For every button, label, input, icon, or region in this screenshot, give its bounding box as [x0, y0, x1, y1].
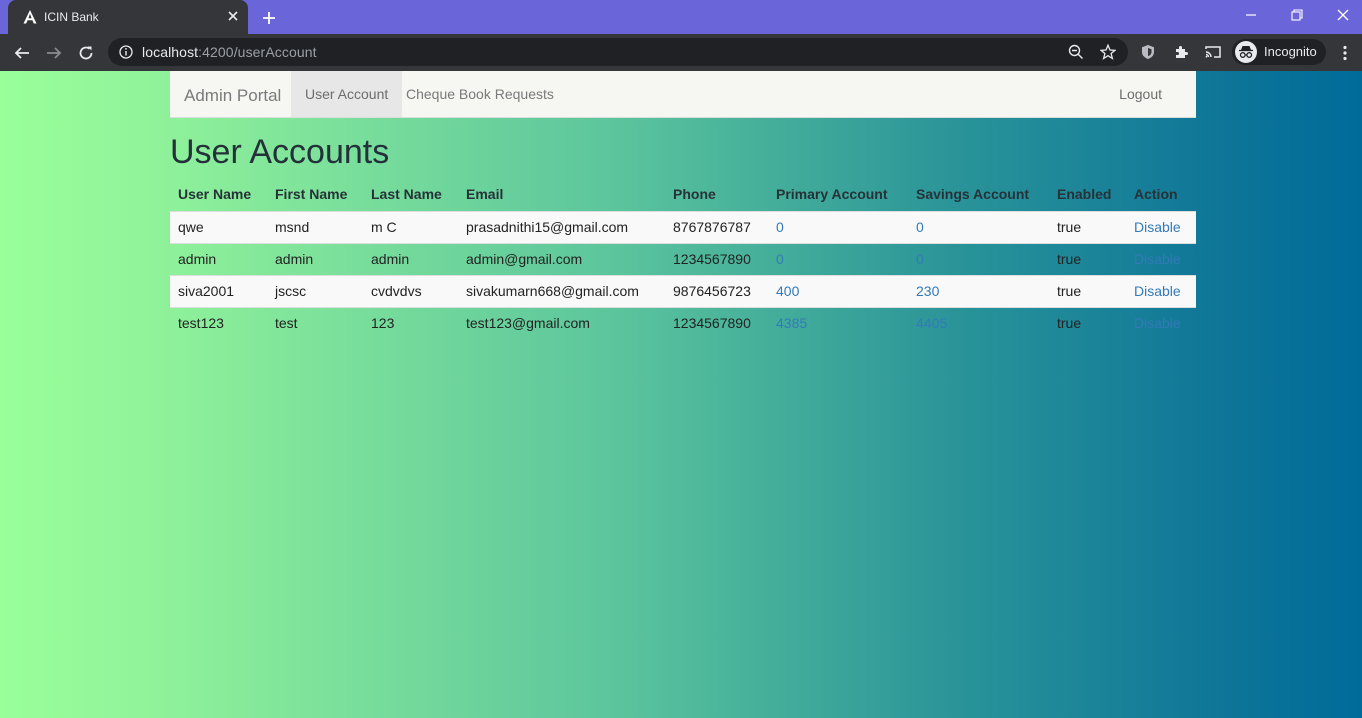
savings-account-link[interactable]: 230: [916, 283, 939, 299]
cell-savings-account: 0: [908, 242, 1049, 275]
cell-action: Disable: [1126, 274, 1196, 307]
table-row: admin admin admin admin@gmail.com 123456…: [170, 242, 1196, 275]
cell-phone: 9876456723: [665, 274, 768, 307]
cell-primary-account: 0: [768, 210, 908, 243]
browser-tab[interactable]: ICIN Bank: [8, 0, 248, 34]
savings-account-link[interactable]: 4405: [916, 315, 947, 331]
cell-last-name: admin: [363, 242, 458, 275]
cell-username: test123: [170, 306, 267, 339]
disable-link[interactable]: Disable: [1134, 219, 1181, 235]
cell-phone: 1234567890: [665, 242, 768, 275]
table-header-row: User Name First Name Last Name Email Pho…: [170, 178, 1196, 211]
cell-action: Disable: [1126, 210, 1196, 243]
bookmark-star-icon[interactable]: [1099, 43, 1117, 60]
navbar-brand[interactable]: Admin Portal: [184, 86, 281, 106]
url-path: :4200/userAccount: [198, 44, 317, 60]
cell-email: prasadnithi15@gmail.com: [458, 210, 665, 243]
savings-account-link[interactable]: 0: [916, 219, 924, 235]
address-bar[interactable]: localhost:4200/userAccount: [108, 38, 1128, 66]
cell-email: test123@gmail.com: [458, 306, 665, 339]
new-tab-icon[interactable]: [258, 7, 280, 29]
cell-email: sivakumarn668@gmail.com: [458, 274, 665, 307]
nav-cheque-book-requests[interactable]: Cheque Book Requests: [392, 71, 568, 117]
minimize-icon[interactable]: [1238, 4, 1264, 26]
table-row: test123 test 123 test123@gmail.com 12345…: [170, 306, 1196, 339]
column-header-email: Email: [466, 186, 504, 203]
cell-primary-account: 400: [768, 274, 908, 307]
cell-username: siva2001: [170, 274, 267, 307]
cell-action: Disable: [1126, 242, 1196, 275]
primary-account-link[interactable]: 4385: [776, 315, 807, 331]
column-header-first-name: First Name: [275, 186, 348, 203]
page-title: User Accounts: [170, 133, 390, 171]
cell-action: Disable: [1126, 306, 1196, 339]
cell-phone: 8767876787: [665, 210, 768, 243]
primary-account-link[interactable]: 0: [776, 251, 784, 267]
cell-phone: 1234567890: [665, 306, 768, 339]
cell-enabled: true: [1049, 274, 1126, 307]
savings-account-link[interactable]: 0: [916, 251, 924, 267]
cell-savings-account: 0: [908, 210, 1049, 243]
angular-favicon-icon: [22, 9, 38, 25]
cell-username: qwe: [170, 210, 267, 243]
cell-savings-account: 4405: [908, 306, 1049, 339]
extensions-puzzle-icon[interactable]: [1172, 43, 1190, 61]
nav-user-account[interactable]: User Account: [291, 71, 403, 117]
primary-account-link[interactable]: 400: [776, 283, 799, 299]
cell-primary-account: 0: [768, 242, 908, 275]
cell-savings-account: 230: [908, 274, 1049, 307]
restore-icon[interactable]: [1284, 4, 1310, 26]
table-row: qwe msnd m C prasadnithi15@gmail.com 876…: [170, 210, 1196, 243]
column-header-user-name: User Name: [178, 186, 252, 203]
cell-enabled: true: [1049, 242, 1126, 275]
cell-first-name: jscsc: [267, 274, 363, 307]
url-text: localhost:4200/userAccount: [142, 44, 317, 60]
cell-email: admin@gmail.com: [458, 242, 665, 275]
cell-username: admin: [170, 242, 267, 275]
url-host: localhost: [142, 44, 199, 60]
column-header-savings-account: Savings Account: [916, 186, 1030, 203]
column-header-phone: Phone: [673, 186, 716, 203]
cell-enabled: true: [1049, 306, 1126, 339]
page-viewport: Admin Portal User Account Cheque Book Re…: [0, 71, 1362, 718]
close-tab-icon[interactable]: [224, 7, 242, 25]
disable-link[interactable]: Disable: [1134, 283, 1181, 299]
logout-link[interactable]: Logout: [1119, 71, 1162, 117]
cell-first-name: admin: [267, 242, 363, 275]
close-window-icon[interactable]: [1330, 4, 1356, 26]
cell-primary-account: 4385: [768, 306, 908, 339]
zoom-icon[interactable]: [1068, 44, 1084, 60]
disable-link[interactable]: Disable: [1134, 251, 1181, 267]
browser-menu-icon[interactable]: [1335, 42, 1355, 64]
primary-account-link[interactable]: 0: [776, 219, 784, 235]
shield-extension-icon[interactable]: [1139, 43, 1157, 61]
cell-enabled: true: [1049, 210, 1126, 243]
column-header-last-name: Last Name: [371, 186, 442, 203]
incognito-icon: [1235, 41, 1257, 63]
incognito-label: Incognito: [1264, 44, 1317, 59]
incognito-profile-button[interactable]: Incognito: [1232, 39, 1326, 65]
reload-icon[interactable]: [75, 42, 97, 64]
column-header-action: Action: [1134, 186, 1178, 203]
browser-toolbar: localhost:4200/userAccount Incognito: [0, 34, 1362, 71]
cast-icon[interactable]: [1204, 43, 1222, 61]
site-info-icon[interactable]: [119, 45, 133, 59]
forward-icon[interactable]: [43, 42, 65, 64]
cell-first-name: test: [267, 306, 363, 339]
column-header-primary-account: Primary Account: [776, 186, 888, 203]
admin-navbar: Admin Portal User Account Cheque Book Re…: [170, 71, 1196, 118]
cell-last-name: cvdvdvs: [363, 274, 458, 307]
cell-last-name: m C: [363, 210, 458, 243]
browser-tabstrip: ICIN Bank: [0, 0, 1362, 34]
cell-last-name: 123: [363, 306, 458, 339]
back-icon[interactable]: [11, 42, 33, 64]
column-header-enabled: Enabled: [1057, 186, 1112, 203]
table-row: siva2001 jscsc cvdvdvs sivakumarn668@gma…: [170, 274, 1196, 307]
disable-link[interactable]: Disable: [1134, 315, 1181, 331]
cell-first-name: msnd: [267, 210, 363, 243]
user-accounts-table: User Name First Name Last Name Email Pho…: [170, 178, 1196, 339]
tab-title: ICIN Bank: [44, 10, 99, 24]
